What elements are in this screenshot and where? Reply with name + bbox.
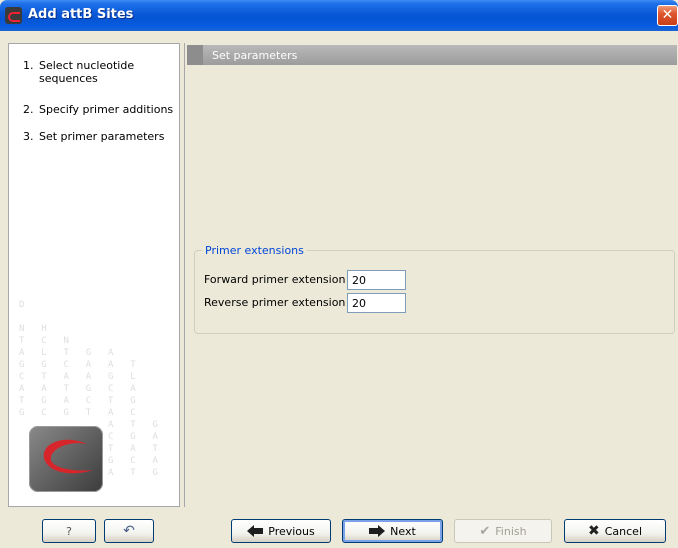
step-label: Specify primer additions [39,103,174,116]
forward-extension-label: Forward primer extension [204,273,346,286]
dialog-window: Add attB Sites ✕ 1. Select nucleotide seq… [0,0,678,548]
close-icon: ✕ [661,7,674,23]
wizard-steps-panel: 1. Select nucleotide sequences 2. Specify … [8,43,180,507]
step-specify-primer-additions: 2. Specify primer additions [23,103,179,116]
step-number: 1. [23,59,34,72]
reverse-extension-label: Reverse primer extension [204,296,346,309]
window-title: Add attB Sites [28,7,134,22]
section-header: Set parameters [187,45,677,65]
previous-button[interactable]: Previous [231,519,331,543]
step-label: Set primer parameters [39,130,165,143]
arrow-right-icon [369,525,386,537]
forward-extension-input[interactable] [347,270,406,290]
previous-button-label: Previous [268,524,315,538]
app-logo-icon [29,426,103,492]
finish-button-label: Finish [495,524,527,538]
arrow-left-icon [247,525,264,537]
section-grip [187,45,203,65]
help-icon: ? [66,524,72,538]
cancel-button[interactable]: ✖ Cancel [564,519,666,543]
help-button[interactable]: ? [42,519,96,543]
group-legend: Primer extensions [202,244,307,257]
primer-extensions-group: Primer extensions Forward primer extensi… [194,244,675,334]
close-button[interactable]: ✕ [657,5,678,26]
cancel-x-icon: ✖ [588,523,600,539]
logo-swoosh-icon [43,439,93,474]
finish-button[interactable]: ✔ Finish [454,519,552,543]
reverse-extension-input[interactable] [347,293,406,313]
app-logo-icon [5,7,22,24]
checkmark-icon: ✔ [479,523,491,539]
step-label: Select nucleotide sequences [39,59,135,85]
next-button[interactable]: Next [342,519,443,543]
parameters-panel: Set parameters Primer extensions Forward… [184,43,678,507]
cancel-button-label: Cancel [604,524,642,538]
next-button-label: Next [390,524,416,538]
undo-icon: ↶ [123,523,135,539]
step-set-primer-parameters: 3. Set primer parameters [23,130,179,143]
step-number: 2. [23,103,34,116]
section-title: Set parameters [212,49,298,62]
step-select-sequences: 1. Select nucleotide sequences [23,59,179,85]
restore-defaults-button[interactable]: ↶ [104,519,154,543]
step-number: 3. [23,130,34,143]
title-bar[interactable]: Add attB Sites ✕ [0,0,678,31]
